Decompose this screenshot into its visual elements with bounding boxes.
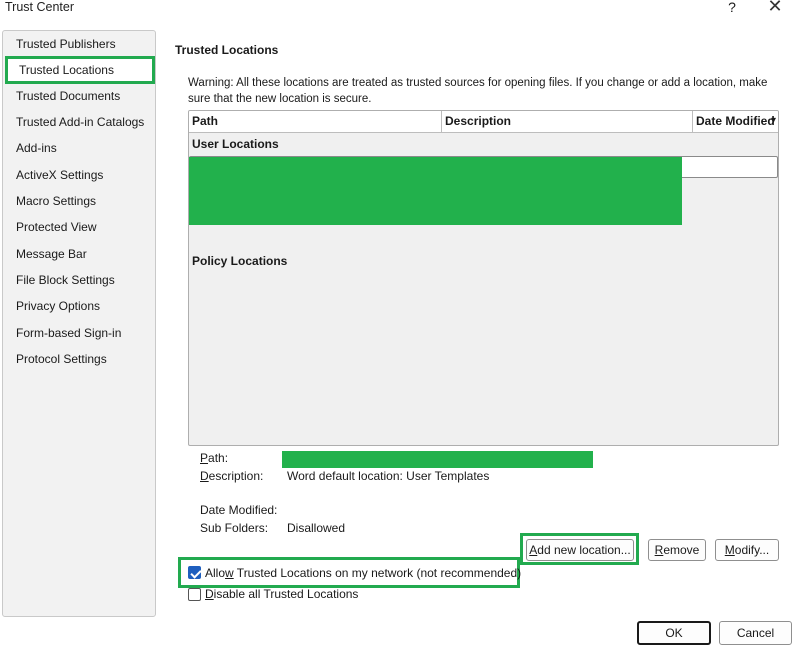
- disable-all-checkbox[interactable]: [188, 588, 201, 601]
- table-header: Path Description Date Modified ▾: [189, 111, 778, 133]
- group-policy-locations: Policy Locations: [192, 254, 288, 268]
- sidebar-item-trusted-publishers[interactable]: Trusted Publishers: [16, 34, 116, 54]
- sidebar-item-message-bar[interactable]: Message Bar: [16, 244, 87, 264]
- date-modified-label: Date Modified:: [200, 503, 278, 517]
- sub-folders-value: Disallowed: [287, 521, 346, 535]
- add-new-location-button[interactable]: Add new location...: [526, 539, 634, 561]
- description-value: Word default location: User Templates: [287, 469, 490, 483]
- modify-button[interactable]: Modify...: [715, 539, 779, 561]
- window-title: Trust Center: [5, 0, 75, 14]
- path-value-redacted: [282, 451, 593, 468]
- sidebar-item-protected-view[interactable]: Protected View: [16, 217, 97, 237]
- sidebar-item-macro-settings[interactable]: Macro Settings: [16, 191, 96, 211]
- section-title: Trusted Locations: [175, 43, 279, 57]
- sidebar-item-file-block-settings[interactable]: File Block Settings: [16, 270, 115, 290]
- sidebar-item-trusted-locations[interactable]: Trusted Locations: [5, 56, 155, 84]
- column-header-description[interactable]: Description: [442, 111, 693, 133]
- column-header-date-modified[interactable]: Date Modified: [693, 111, 778, 133]
- disable-all-label[interactable]: Disable all Trusted Locations: [205, 587, 358, 601]
- description-label: Description:: [200, 469, 264, 483]
- sidebar-item-addins[interactable]: Add-ins: [16, 138, 57, 158]
- sidebar-item-protocol-settings[interactable]: Protocol Settings: [16, 349, 107, 369]
- redaction-block: [189, 157, 682, 225]
- ok-button[interactable]: OK: [637, 621, 711, 645]
- sidebar-item-activex-settings[interactable]: ActiveX Settings: [16, 165, 103, 185]
- column-header-path[interactable]: Path: [189, 111, 442, 133]
- help-button[interactable]: ?: [724, 0, 740, 15]
- remove-button[interactable]: Remove: [648, 539, 706, 561]
- warning-text: Warning: All these locations are treated…: [188, 77, 768, 105]
- sidebar-item-trusted-addin-catalogs[interactable]: Trusted Add-in Catalogs: [16, 112, 144, 132]
- sidebar-item-trusted-documents[interactable]: Trusted Documents: [16, 86, 120, 106]
- sort-arrow-icon: ▾: [771, 115, 777, 126]
- sidebar: Trusted Publishers Trusted Locations Tru…: [2, 30, 156, 617]
- cancel-button[interactable]: Cancel: [719, 621, 792, 645]
- trusted-locations-table[interactable]: Path Description Date Modified ▾ User Lo…: [188, 110, 779, 446]
- sub-folders-label: Sub Folders:: [200, 521, 269, 535]
- path-label: Path:: [200, 451, 229, 465]
- sidebar-item-privacy-options[interactable]: Privacy Options: [16, 296, 100, 316]
- close-button[interactable]: ✕: [764, 0, 786, 17]
- allow-network-label[interactable]: Allow Trusted Locations on my network (n…: [205, 566, 521, 580]
- sidebar-item-form-based-sign-in[interactable]: Form-based Sign-in: [16, 323, 121, 343]
- allow-network-checkbox[interactable]: [188, 566, 201, 579]
- group-user-locations: User Locations: [192, 137, 279, 151]
